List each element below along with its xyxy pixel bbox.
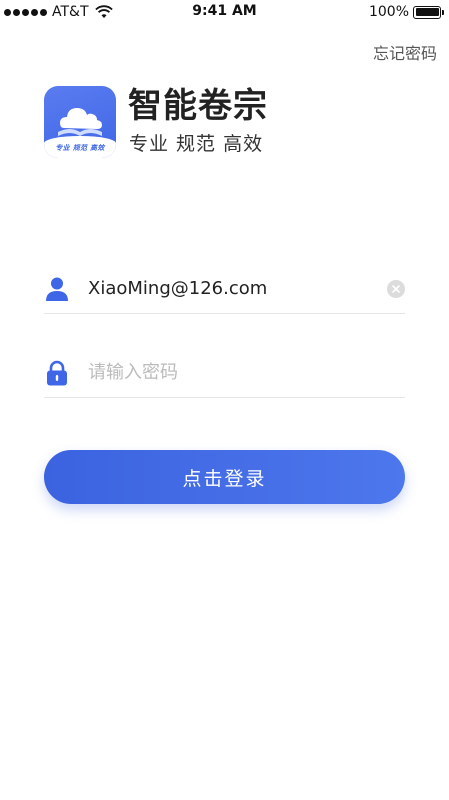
status-bar: AT&T 9:41 AM 100% <box>0 0 449 24</box>
logo-tagline: 专业 规范 高效 <box>55 144 105 152</box>
lock-icon <box>44 360 70 386</box>
password-input[interactable] <box>88 362 405 383</box>
user-icon <box>44 276 70 302</box>
app-slogan: 专业 规范 高效 <box>129 133 264 155</box>
login-button[interactable]: 点击登录 <box>44 450 405 504</box>
app-logo: 专业 规范 高效 <box>44 86 116 158</box>
password-field <box>44 348 405 398</box>
app-title: 智能卷宗 <box>128 86 268 126</box>
username-input[interactable] <box>88 278 387 299</box>
username-field <box>44 264 405 314</box>
clear-input-button[interactable] <box>387 279 405 298</box>
battery-icon <box>413 5 444 19</box>
forgot-password-link[interactable]: 忘记密码 <box>373 40 437 64</box>
status-right: 100% <box>368 4 444 20</box>
login-screen: AT&T 9:41 AM 100% 忘记密码 专业 规范 高效 智能卷宗 专业 … <box>0 0 449 800</box>
battery-percent: 100% <box>368 4 409 20</box>
close-icon <box>392 284 400 293</box>
